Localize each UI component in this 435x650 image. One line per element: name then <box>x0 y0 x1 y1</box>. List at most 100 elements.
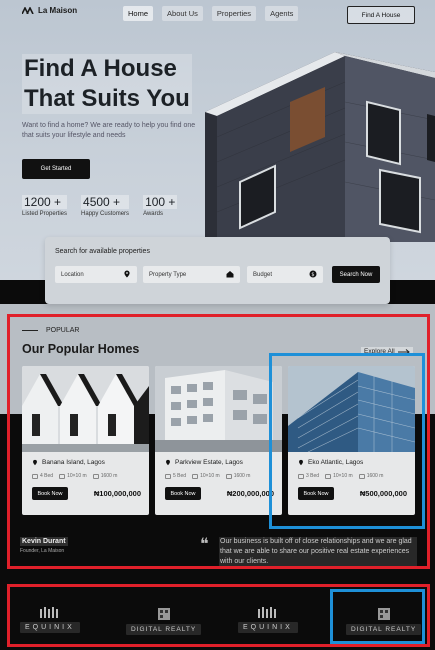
beds-info: 5 Bed <box>165 473 186 479</box>
explore-all-label: Explore All <box>364 348 395 355</box>
area-icon <box>225 473 232 479</box>
partner-logo-digital-realty: DIGITAL REALTY <box>126 607 202 635</box>
eyebrow-text: POPULAR <box>46 327 80 334</box>
top-nav: La Maison Home About Us Properties Agent… <box>0 4 435 26</box>
popular-eyebrow: POPULAR <box>22 327 79 334</box>
card-location: Eko Atlantic, Lagos <box>298 459 363 466</box>
beds-info: 3 Bed <box>298 473 319 479</box>
bed-icon <box>298 473 304 479</box>
area-icon <box>358 473 365 479</box>
beds-text: 3 Bed <box>306 473 320 479</box>
stat-value: 1200 + <box>22 195 68 209</box>
location-field[interactable]: Location <box>55 266 137 283</box>
find-a-house-button[interactable]: Find A House <box>347 6 415 24</box>
nav-links: Home About Us Properties Agents <box>123 6 299 21</box>
stat-value: 100 + <box>143 195 178 209</box>
eyebrow-line <box>22 329 38 332</box>
area-info: 1600 m <box>225 473 251 479</box>
stat-label: Listed Properties <box>22 211 68 217</box>
nav-link-properties[interactable]: Properties <box>211 6 257 21</box>
partner-logo-equinix: EQUINIX <box>238 607 298 633</box>
book-now-button[interactable]: Book Now <box>165 487 201 500</box>
money-icon: $ <box>309 270 317 278</box>
hero-subtitle: Want to find a home? We are ready to hel… <box>22 122 196 139</box>
budget-field[interactable]: Budget $ <box>247 266 323 283</box>
area-text: 1600 m <box>366 473 384 479</box>
testimonial-name: Kevin Durant <box>20 537 68 546</box>
size-icon <box>192 473 199 479</box>
partner-name: EQUINIX <box>238 622 298 633</box>
stat-customers: 4500 + Happy Customers <box>81 195 130 217</box>
nav-link-home[interactable]: Home <box>123 6 154 21</box>
area-info: 1600 m <box>92 473 117 479</box>
card-price: ₦200,000,000 <box>226 489 274 498</box>
search-title: Search for available properties <box>55 248 150 255</box>
partners-strip: EQUINIX DIGITAL REALTY EQUINIX DIGITAL R… <box>0 589 435 650</box>
size-info: 10×10 m <box>325 473 353 479</box>
location-label: Location <box>61 271 84 278</box>
property-image <box>155 366 282 452</box>
size-text: 10×10 m <box>333 473 353 479</box>
quote-icon: ❝ <box>200 534 209 553</box>
property-card[interactable]: Eko Atlantic, Lagos 3 Bed 10×10 m 1600 m… <box>288 366 415 515</box>
partner-logo-digital-realty: DIGITAL REALTY <box>346 607 422 635</box>
hero-title-line1: Find A House <box>22 54 192 84</box>
property-image <box>288 366 415 452</box>
card-meta: 4 Bed 10×10 m 1600 m <box>32 473 117 479</box>
stat-awards: 100 + Awards <box>143 195 178 217</box>
svg-text:$: $ <box>311 272 314 278</box>
beds-text: 5 Bed <box>173 473 187 479</box>
card-price: ₦100,000,000 <box>93 489 141 498</box>
size-text: 10×10 m <box>67 473 87 479</box>
budget-label: Budget <box>253 271 273 278</box>
stat-label: Happy Customers <box>81 211 130 217</box>
card-location-text: Parkview Estate, Lagos <box>175 459 243 466</box>
explore-all-link[interactable]: Explore All <box>361 347 413 356</box>
stat-listed: 1200 + Listed Properties <box>22 195 68 217</box>
size-text: 10×10 m <box>200 473 220 479</box>
testimonial-role: Founder, La Maison <box>20 548 65 554</box>
bed-icon <box>32 473 38 479</box>
size-info: 10×10 m <box>59 473 87 479</box>
digital-realty-logo-icon <box>377 608 390 620</box>
partner-name: EQUINIX <box>20 622 80 633</box>
property-card[interactable]: Parkview Estate, Lagos 5 Bed 10×10 m 160… <box>155 366 282 515</box>
map-pin-icon <box>299 459 303 466</box>
beds-info: 4 Bed <box>32 473 53 479</box>
property-type-label: Property Type <box>149 271 187 278</box>
hero-building-image <box>205 52 435 242</box>
area-icon <box>92 473 99 479</box>
partner-name: DIGITAL REALTY <box>346 624 422 635</box>
logo[interactable]: La Maison <box>22 6 77 15</box>
area-info: 1600 m <box>358 473 384 479</box>
map-pin-icon <box>33 459 37 466</box>
home-icon <box>226 271 234 278</box>
size-icon <box>325 473 332 479</box>
card-location-text: Eko Atlantic, Lagos <box>308 459 364 466</box>
equinix-logo-icon <box>39 607 58 618</box>
property-type-field[interactable]: Property Type <box>143 266 240 283</box>
equinix-logo-icon <box>257 607 276 618</box>
search-now-button[interactable]: Search Now <box>332 266 380 283</box>
nav-link-about[interactable]: About Us <box>162 6 203 21</box>
hero-title: Find A House That Suits You <box>22 54 192 114</box>
nav-link-agents[interactable]: Agents <box>265 6 299 21</box>
book-now-button[interactable]: Book Now <box>298 487 334 500</box>
property-card[interactable]: Banana Island, Lagos 4 Bed 10×10 m 1600 … <box>22 366 149 515</box>
partner-logo-equinix: EQUINIX <box>20 607 80 633</box>
card-location: Parkview Estate, Lagos <box>165 459 243 466</box>
section-title: Our Popular Homes <box>22 342 140 356</box>
property-image <box>22 366 149 452</box>
book-now-button[interactable]: Book Now <box>32 487 68 500</box>
card-location-text: Banana Island, Lagos <box>42 459 105 466</box>
get-started-button[interactable]: Get Started <box>22 159 90 179</box>
card-price: ₦500,000,000 <box>359 489 407 498</box>
map-pin-icon <box>124 270 130 278</box>
hero-stats: 1200 + Listed Properties 4500 + Happy Cu… <box>22 195 178 217</box>
area-text: 1600 m <box>233 473 251 479</box>
size-icon <box>59 473 66 479</box>
beds-text: 4 Bed <box>40 473 54 479</box>
logo-text: La Maison <box>38 6 78 15</box>
testimonial-text: Our business is built off of close relat… <box>219 537 417 567</box>
card-meta: 3 Bed 10×10 m 1600 m <box>298 473 383 479</box>
